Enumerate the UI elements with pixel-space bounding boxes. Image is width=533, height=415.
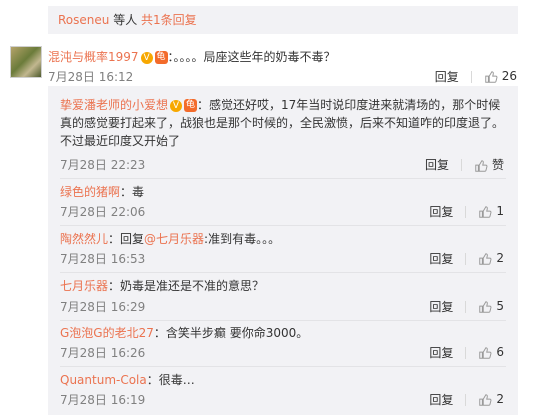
like-count: 2 (496, 251, 504, 266)
reply-button[interactable]: 回复 (429, 391, 453, 408)
reply-time: 7月28日 22:06 (60, 205, 146, 219)
main-comment-user[interactable]: 混沌与概率1997 (48, 50, 139, 64)
reply-actions: 回复 2 (429, 391, 504, 408)
reply-actions: 回复 2 (429, 250, 504, 267)
action-divider (465, 393, 467, 406)
thumbs-up-icon (479, 301, 492, 313)
list-item: 七月乐器：奶毒是准还是不准的意思？ (60, 277, 512, 295)
list-item: 挚爱潘老师的小爱想 V 龟：感觉还好哎，17年当时说印度进来就清场的，那个时候 真的… (60, 96, 512, 150)
like-count: 1 (496, 204, 504, 219)
list-item: 绿色的猪啊：毒 (60, 183, 512, 201)
action-divider (465, 205, 467, 218)
main-comment-body: ：。。。。局座这些年的奶毒不毒？ (167, 50, 336, 64)
action-divider (465, 346, 467, 359)
reply-summary-bar: Roseneu 等人 共1条回复 (48, 6, 518, 34)
like-button[interactable]: 6 (478, 345, 504, 360)
reply-button[interactable]: 回复 (429, 203, 453, 220)
like-button[interactable]: 1 (478, 204, 504, 219)
main-comment-actions: 回复 26 (435, 68, 517, 85)
reply-user[interactable]: 七月乐器 (60, 279, 108, 293)
like-button[interactable]: 2 (478, 392, 504, 407)
reply-text: ：感觉还好哎，17年当时说印度进来就清场的，那个时候 (197, 98, 501, 112)
thumbs-up-icon (479, 206, 492, 218)
reply-button[interactable]: 回复 (429, 250, 453, 267)
list-item: G泡泡G的老北27：含笑半步癫 要你命3000。 (60, 324, 512, 342)
reply-text: 不过最近印度又开始了 (60, 134, 181, 148)
replies-panel: 挚爱潘老师的小爱想 V 龟：感觉还好哎，17年当时说印度进来就清场的，那个时候 真的… (48, 86, 518, 415)
divider (60, 225, 506, 226)
reply-button[interactable]: 回复 (435, 68, 459, 85)
reply-time: 7月28日 16:29 (60, 300, 146, 314)
reply-actions: 回复 6 (429, 344, 504, 361)
reply-text: ：含笑半步癫 要你命3000。 (153, 326, 309, 340)
reply-actions: 回复 1 (429, 203, 504, 220)
like-count: 26 (501, 69, 517, 84)
reply-text: ：回复 (108, 232, 145, 246)
reply-button[interactable]: 回复 (429, 298, 453, 315)
verified-badge-icon: V (140, 51, 153, 64)
thumbs-up-icon (479, 394, 492, 406)
thumbs-up-icon (479, 347, 492, 359)
divider (60, 366, 506, 367)
reply-text: ：奶毒是准还是不准的意思？ (108, 279, 265, 293)
like-button[interactable]: 赞 (474, 156, 504, 173)
thumbs-up-icon (479, 253, 492, 265)
avatar[interactable] (10, 46, 42, 78)
list-item: Quantum-Cola：很毒… (60, 371, 512, 389)
like-button[interactable]: 26 (484, 69, 517, 84)
reply-text: ：很毒… (146, 373, 195, 387)
divider (60, 178, 506, 179)
action-divider (470, 70, 472, 83)
like-count: 6 (496, 345, 504, 360)
reply-text: :准到有毒。。。 (204, 232, 281, 246)
summary-count-link[interactable]: 共1条回复 (141, 13, 197, 27)
thumbs-up-icon (475, 159, 488, 172)
reply-time: 7月28日 16:19 (60, 393, 146, 407)
main-comment-time: 7月28日 16:12 (48, 70, 134, 84)
like-button[interactable]: 5 (478, 299, 504, 314)
reply-user[interactable]: Quantum-Cola (60, 373, 147, 387)
reply-text: 真的感觉要打起来了，战狼也是那个时候的，全民激愤，后来不知道咋的印度退了。 (60, 116, 505, 130)
like-button[interactable]: 2 (478, 251, 504, 266)
summary-text: 等人 (109, 13, 142, 27)
reply-text: ：毒 (120, 185, 145, 199)
reply-user[interactable]: G泡泡G的老北27 (60, 326, 154, 340)
reply-user[interactable]: 陶然然儿 (60, 232, 108, 246)
reply-user[interactable]: 绿色的猪啊 (60, 185, 120, 199)
member-badge-icon: 龟 (184, 99, 198, 112)
reply-actions: 回复 5 (429, 298, 504, 315)
divider (60, 272, 506, 273)
summary-user-link[interactable]: Roseneu (58, 13, 109, 27)
thumbs-up-icon (484, 71, 498, 83)
reply-actions: 回复 赞 (425, 156, 504, 173)
mention-link[interactable]: @七月乐器 (144, 232, 204, 246)
reply-time: 7月28日 16:26 (60, 346, 146, 360)
action-divider (465, 300, 467, 313)
main-comment-text: 混沌与概率1997 V 龟：。。。。局座这些年的奶毒不毒？ (48, 48, 336, 66)
like-count: 赞 (491, 158, 504, 172)
reply-time: 7月28日 22:23 (60, 158, 146, 172)
reply-button[interactable]: 回复 (425, 156, 449, 173)
divider (60, 320, 506, 321)
list-item: 陶然然儿：回复@七月乐器:准到有毒。。。 (60, 230, 512, 248)
action-divider (460, 158, 462, 171)
action-divider (465, 252, 467, 265)
reply-button[interactable]: 回复 (429, 344, 453, 361)
member-badge-icon: 龟 (154, 51, 168, 64)
reply-user[interactable]: 挚爱潘老师的小爱想 (60, 98, 168, 112)
reply-time: 7月28日 16:53 (60, 252, 146, 266)
verified-badge-icon: V (170, 99, 183, 112)
like-count: 2 (496, 392, 504, 407)
like-count: 5 (496, 299, 504, 314)
